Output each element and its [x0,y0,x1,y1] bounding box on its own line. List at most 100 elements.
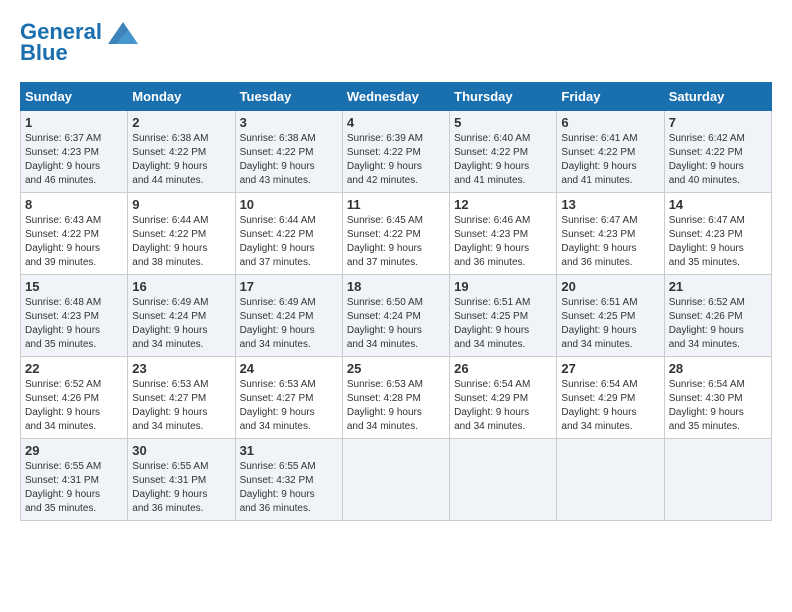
weekday-header-thursday: Thursday [450,83,557,111]
calendar-cell [557,439,664,521]
calendar-week-4: 22 Sunrise: 6:52 AMSunset: 4:26 PMDayligh… [21,357,772,439]
day-number: 28 [669,361,767,376]
day-info: Sunrise: 6:54 AMSunset: 4:29 PMDaylight:… [454,378,552,434]
day-info: Sunrise: 6:43 AMSunset: 4:22 PMDaylight:… [25,214,123,270]
day-info: Sunrise: 6:41 AMSunset: 4:22 PMDaylight:… [561,132,659,188]
calendar-cell [450,439,557,521]
calendar-cell: 29 Sunrise: 6:55 AMSunset: 4:31 PMDayligh… [21,439,128,521]
day-info: Sunrise: 6:54 AMSunset: 4:29 PMDaylight:… [561,378,659,434]
calendar-cell: 6Sunrise: 6:41 AMSunset: 4:22 PMDaylight… [557,111,664,193]
calendar-cell: 13 Sunrise: 6:47 AMSunset: 4:23 PMDayligh… [557,193,664,275]
day-number: 31 [240,443,338,458]
day-info: Sunrise: 6:55 AMSunset: 4:32 PMDaylight:… [240,460,338,516]
day-number: 12 [454,197,552,212]
page-header: General Blue [20,20,772,66]
day-info: Sunrise: 6:48 AMSunset: 4:23 PMDaylight:… [25,296,123,352]
day-info: Sunrise: 6:44 AMSunset: 4:22 PMDaylight:… [132,214,230,270]
calendar-cell: 17Sunrise: 6:49 AMSunset: 4:24 PMDayligh… [235,275,342,357]
calendar-cell: 22 Sunrise: 6:52 AMSunset: 4:26 PMDayligh… [21,357,128,439]
calendar-cell: 21 Sunrise: 6:52 AMSunset: 4:26 PMDayligh… [664,275,771,357]
weekday-header-friday: Friday [557,83,664,111]
day-number: 1 [25,115,123,130]
calendar-cell: 16 Sunrise: 6:49 AMSunset: 4:24 PMDayligh… [128,275,235,357]
calendar-header: SundayMondayTuesdayWednesdayThursdayFrid… [21,83,772,111]
weekday-header-tuesday: Tuesday [235,83,342,111]
calendar-cell: 31 Sunrise: 6:55 AMSunset: 4:32 PMDayligh… [235,439,342,521]
day-number: 25 [347,361,445,376]
calendar-cell: 3Sunrise: 6:38 AMSunset: 4:22 PMDaylight… [235,111,342,193]
logo-blue: Blue [20,40,68,66]
weekday-header-monday: Monday [128,83,235,111]
calendar-cell: 24 Sunrise: 6:53 AMSunset: 4:27 PMDayligh… [235,357,342,439]
calendar-week-3: 15 Sunrise: 6:48 AMSunset: 4:23 PMDayligh… [21,275,772,357]
day-number: 19 [454,279,552,294]
day-number: 14 [669,197,767,212]
day-number: 20 [561,279,659,294]
day-number: 18 [347,279,445,294]
day-info: Sunrise: 6:38 AMSunset: 4:22 PMDaylight:… [240,132,338,188]
calendar-cell: 2Sunrise: 6:38 AMSunset: 4:22 PMDaylight… [128,111,235,193]
calendar-cell: 4 Sunrise: 6:39 AMSunset: 4:22 PMDaylight… [342,111,449,193]
day-number: 23 [132,361,230,376]
day-number: 4 [347,115,445,130]
calendar-cell: 15 Sunrise: 6:48 AMSunset: 4:23 PMDayligh… [21,275,128,357]
day-info: Sunrise: 6:37 AMSunset: 4:23 PMDaylight:… [25,132,123,188]
day-number: 15 [25,279,123,294]
calendar-cell: 27 Sunrise: 6:54 AMSunset: 4:29 PMDayligh… [557,357,664,439]
day-info: Sunrise: 6:42 AMSunset: 4:22 PMDaylight:… [669,132,767,188]
weekday-header-sunday: Sunday [21,83,128,111]
calendar-cell: 26 Sunrise: 6:54 AMSunset: 4:29 PMDayligh… [450,357,557,439]
day-info: Sunrise: 6:46 AMSunset: 4:23 PMDaylight:… [454,214,552,270]
day-number: 22 [25,361,123,376]
day-number: 13 [561,197,659,212]
day-number: 11 [347,197,445,212]
day-info: Sunrise: 6:45 AMSunset: 4:22 PMDaylight:… [347,214,445,270]
calendar-cell: 20Sunrise: 6:51 AMSunset: 4:25 PMDayligh… [557,275,664,357]
calendar-cell: 18Sunrise: 6:50 AMSunset: 4:24 PMDayligh… [342,275,449,357]
day-info: Sunrise: 6:40 AMSunset: 4:22 PMDaylight:… [454,132,552,188]
day-number: 16 [132,279,230,294]
day-number: 27 [561,361,659,376]
day-number: 10 [240,197,338,212]
weekday-header-wednesday: Wednesday [342,83,449,111]
day-number: 2 [132,115,230,130]
day-number: 9 [132,197,230,212]
weekday-header-saturday: Saturday [664,83,771,111]
day-info: Sunrise: 6:53 AMSunset: 4:27 PMDaylight:… [240,378,338,434]
day-info: Sunrise: 6:39 AMSunset: 4:22 PMDaylight:… [347,132,445,188]
calendar-week-5: 29 Sunrise: 6:55 AMSunset: 4:31 PMDayligh… [21,439,772,521]
day-info: Sunrise: 6:51 AMSunset: 4:25 PMDaylight:… [454,296,552,352]
day-number: 5 [454,115,552,130]
day-info: Sunrise: 6:53 AMSunset: 4:28 PMDaylight:… [347,378,445,434]
day-info: Sunrise: 6:54 AMSunset: 4:30 PMDaylight:… [669,378,767,434]
calendar-cell [342,439,449,521]
calendar-table: SundayMondayTuesdayWednesdayThursdayFrid… [20,82,772,521]
day-number: 7 [669,115,767,130]
calendar-cell [664,439,771,521]
calendar-cell: 1 Sunrise: 6:37 AMSunset: 4:23 PMDaylight… [21,111,128,193]
day-info: Sunrise: 6:47 AMSunset: 4:23 PMDaylight:… [561,214,659,270]
calendar-cell: 10Sunrise: 6:44 AMSunset: 4:22 PMDayligh… [235,193,342,275]
calendar-week-2: 8 Sunrise: 6:43 AMSunset: 4:22 PMDaylight… [21,193,772,275]
day-number: 24 [240,361,338,376]
calendar-cell: 8 Sunrise: 6:43 AMSunset: 4:22 PMDaylight… [21,193,128,275]
calendar-cell: 5 Sunrise: 6:40 AMSunset: 4:22 PMDaylight… [450,111,557,193]
calendar-cell: 12 Sunrise: 6:46 AMSunset: 4:23 PMDayligh… [450,193,557,275]
day-number: 26 [454,361,552,376]
day-info: Sunrise: 6:55 AMSunset: 4:31 PMDaylight:… [132,460,230,516]
calendar-cell: 23 Sunrise: 6:53 AMSunset: 4:27 PMDayligh… [128,357,235,439]
day-info: Sunrise: 6:47 AMSunset: 4:23 PMDaylight:… [669,214,767,270]
day-number: 8 [25,197,123,212]
day-info: Sunrise: 6:52 AMSunset: 4:26 PMDaylight:… [25,378,123,434]
calendar-week-1: 1 Sunrise: 6:37 AMSunset: 4:23 PMDaylight… [21,111,772,193]
calendar-cell: 19 Sunrise: 6:51 AMSunset: 4:25 PMDayligh… [450,275,557,357]
day-info: Sunrise: 6:52 AMSunset: 4:26 PMDaylight:… [669,296,767,352]
day-number: 29 [25,443,123,458]
day-number: 30 [132,443,230,458]
day-info: Sunrise: 6:53 AMSunset: 4:27 PMDaylight:… [132,378,230,434]
calendar-cell: 25 Sunrise: 6:53 AMSunset: 4:28 PMDayligh… [342,357,449,439]
calendar-cell: 7 Sunrise: 6:42 AMSunset: 4:22 PMDaylight… [664,111,771,193]
day-number: 21 [669,279,767,294]
day-info: Sunrise: 6:55 AMSunset: 4:31 PMDaylight:… [25,460,123,516]
day-info: Sunrise: 6:49 AMSunset: 4:24 PMDaylight:… [132,296,230,352]
